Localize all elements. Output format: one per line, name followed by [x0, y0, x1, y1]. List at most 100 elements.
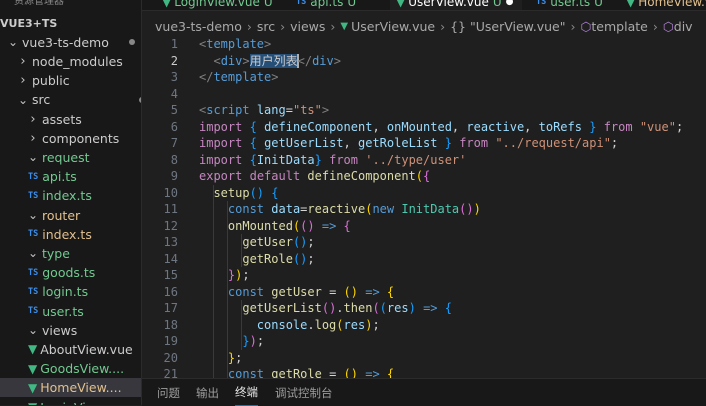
- breadcrumb-item[interactable]: vue3-ts-demo: [155, 19, 242, 34]
- tab-user-ts[interactable]: TS user.ts U: [530, 0, 611, 10]
- breadcrumb-item[interactable]: {} "UserView.vue": [450, 19, 565, 34]
- typescript-file-icon: TS: [28, 229, 39, 240]
- tree-item[interactable]: TSindex.tsM: [0, 225, 141, 244]
- tree-item[interactable]: TSuser.tsU: [0, 302, 141, 321]
- change-dot-icon: [129, 39, 135, 46]
- tree-item-label: components: [42, 130, 120, 146]
- line-number: 20: [163, 350, 178, 365]
- code-token: {: [386, 367, 395, 378]
- code-line[interactable]: 13 getUser();: [142, 234, 706, 251]
- code-line[interactable]: 19 });: [142, 333, 706, 350]
- line-number: 5: [170, 103, 178, 117]
- code-line[interactable]: 16 const getUser = () => {: [142, 284, 706, 301]
- tab-api-ts[interactable]: TS api.ts U: [290, 0, 364, 10]
- tab-userview-vue[interactable]: ▼ UserView.vue U ●: [390, 0, 522, 10]
- line-number: 21: [163, 367, 178, 378]
- code-token: ): [473, 202, 481, 216]
- code-line[interactable]: 7 import { getUserList, getRoleList } fro…: [142, 135, 706, 152]
- breadcrumb-item[interactable]: UserView.vue: [351, 19, 435, 34]
- tree-item[interactable]: TSindex.tsU: [0, 186, 141, 205]
- tree-item[interactable]: ⌄ src: [0, 90, 141, 109]
- code-text: import {InitData} from '../type/user': [199, 152, 466, 169]
- unsaved-dot-icon[interactable]: ●: [506, 0, 514, 7]
- tree-item[interactable]: TSgoods.tsU: [0, 263, 141, 282]
- vue-file-icon: ▼: [396, 0, 406, 9]
- tree-item-label: type: [42, 245, 70, 261]
- code-line[interactable]: 12 onMounted(() => {: [142, 218, 706, 235]
- tree-item[interactable]: TSlogin.tsU: [0, 282, 141, 301]
- code-token: {: [444, 301, 452, 315]
- code-line[interactable]: 14 getRole();: [142, 251, 706, 268]
- code-text: });: [199, 333, 264, 350]
- code-text: <div>用户列表</div>: [199, 53, 341, 70]
- tab-loginview-vue[interactable]: ▼ LoginView.vue U: [156, 0, 281, 10]
- tree-item[interactable]: ▼HomeView....M: [0, 378, 141, 398]
- tree-item-label: LoginView....: [40, 400, 118, 406]
- code-line[interactable]: 10 setup() {: [142, 185, 706, 202]
- code-line[interactable]: 21 const getRole = () => {: [142, 366, 706, 378]
- tab-label: LoginView.vue: [174, 0, 260, 9]
- panel-tab-0[interactable]: 问题: [157, 379, 180, 406]
- code-token: new: [372, 202, 395, 216]
- tree-item[interactable]: ⌄ router: [0, 206, 141, 225]
- code-token: >: [242, 53, 250, 68]
- code-token: const: [227, 202, 265, 216]
- chevron-down-icon: ⌄: [28, 150, 39, 165]
- tree-item[interactable]: ▼LoginView....: [0, 398, 141, 406]
- code-token: (: [415, 169, 424, 183]
- panel-tab-3[interactable]: 调试控制台: [275, 379, 333, 406]
- code-line[interactable]: 2 <div>用户列表</div>: [142, 53, 706, 70]
- panel-tab-2[interactable]: 终端: [235, 379, 258, 406]
- code-line[interactable]: 4: [142, 86, 706, 103]
- code-text: const getUser = () => {: [199, 284, 394, 301]
- breadcrumb-item[interactable]: div: [674, 19, 693, 34]
- tree-item[interactable]: › assets: [0, 110, 141, 129]
- code-line[interactable]: 3 </template>: [142, 69, 706, 86]
- code-token: =>: [365, 284, 380, 299]
- tree-item-label: index.ts: [42, 226, 92, 242]
- tree-item[interactable]: › public: [0, 71, 141, 90]
- code-line[interactable]: 18 console.log(res);: [142, 317, 706, 334]
- code-text: onMounted(() => {: [199, 218, 351, 235]
- code-line[interactable]: 15 });: [142, 267, 706, 284]
- tree-item[interactable]: VUE3+TS: [0, 14, 141, 33]
- code-line[interactable]: 17 getUserList().then((res) => {: [142, 300, 706, 317]
- breadcrumb-item[interactable]: views: [290, 19, 325, 34]
- code-text: export default defineComponent({: [199, 168, 430, 185]
- line-number: 15: [163, 268, 178, 282]
- code-line[interactable]: 6 import { defineComponent, onMounted, re…: [142, 119, 706, 136]
- tree-item[interactable]: ⌄ vue3-ts-demo: [0, 33, 141, 52]
- code-line[interactable]: 20 };: [142, 350, 706, 367]
- tree-item[interactable]: TSapi.tsU: [0, 167, 141, 186]
- code-line[interactable]: 5 <script lang="ts">: [142, 102, 706, 119]
- panel-tab-1[interactable]: 输出: [196, 379, 219, 406]
- code-line[interactable]: 9 export default defineComponent({: [142, 168, 706, 185]
- code-line[interactable]: 8 import {InitData} from '../type/user': [142, 152, 706, 169]
- code-token: ;: [675, 119, 684, 134]
- tree-item-label: node_modules: [32, 53, 123, 69]
- breadcrumb-item[interactable]: template: [591, 19, 647, 34]
- tree-item-label: index.ts: [42, 188, 92, 204]
- tree-item-label: VUE3+TS: [0, 16, 58, 30]
- tree-item[interactable]: ▼GoodsView....U: [0, 359, 141, 378]
- code-editor[interactable]: 1 <template> 2 <div>用户列表</div> 3 </template>…: [142, 36, 706, 378]
- vue-file-icon: ▼: [626, 0, 636, 9]
- code-line[interactable]: 1 <template>: [142, 36, 706, 53]
- code-token: {: [249, 136, 257, 150]
- tab-homeview-vue[interactable]: ▼HomeView.vue: [620, 0, 706, 10]
- tree-item[interactable]: ⌄ request: [0, 148, 141, 167]
- breadcrumb-item[interactable]: src: [257, 19, 275, 34]
- line-number: 19: [163, 334, 178, 348]
- tree-item[interactable]: ⌄ type: [0, 244, 141, 263]
- code-token: getRole: [242, 251, 293, 266]
- code-line[interactable]: 11 const data=reactive(new InitData()): [142, 201, 706, 218]
- line-number: 12: [163, 218, 178, 233]
- tree-item[interactable]: › components: [0, 129, 141, 148]
- tree-item[interactable]: › node_modules: [0, 52, 141, 71]
- tree-item[interactable]: ▼ AboutView.vue: [0, 340, 141, 359]
- tree-item[interactable]: ⌄ views: [0, 321, 141, 340]
